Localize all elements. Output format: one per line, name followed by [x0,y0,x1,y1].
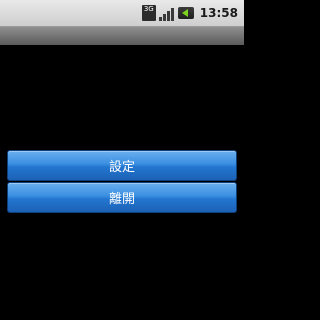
status-icons: 3G 13:58 [141,4,238,22]
exit-button[interactable]: 離開 [7,182,237,213]
exit-button-label: 離開 [108,192,135,207]
3g-network-icon: 3G [141,5,156,21]
settings-button[interactable]: 設定 [7,150,237,181]
settings-button-label: 設定 [108,160,135,175]
status-clock: 13:58 [199,6,238,20]
signal-strength-icon [158,5,175,21]
title-bar [0,27,244,45]
charging-battery-icon [177,7,194,19]
status-bar: 3G 13:58 [0,0,244,27]
app-screen: 3G 13:58 設定 離開 [0,0,244,320]
